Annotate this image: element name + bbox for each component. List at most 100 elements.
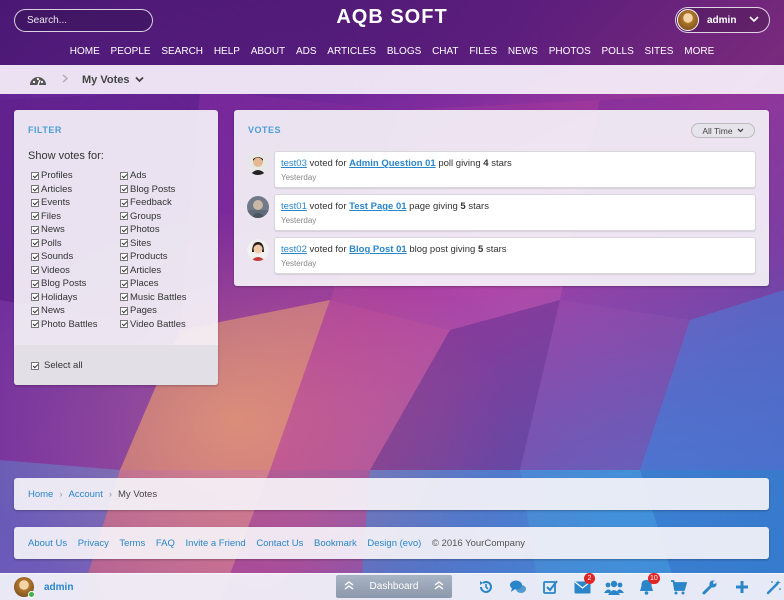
mail-icon[interactable]: 2 (566, 573, 598, 598)
magic-wand-icon[interactable] (758, 576, 784, 598)
breadcrumb-account[interactable]: Account (69, 489, 103, 500)
vote-user-link[interactable]: test02 (281, 244, 307, 255)
filter-option[interactable]: Sounds (31, 250, 120, 264)
checkbox[interactable] (120, 266, 128, 275)
dashboard-button[interactable]: Dashboard (336, 575, 452, 598)
history-icon[interactable] (470, 576, 502, 598)
filter-option[interactable]: Places (120, 277, 209, 291)
filter-option[interactable]: Articles (31, 183, 120, 197)
checkbox[interactable] (120, 320, 128, 329)
notifications-icon[interactable]: 10 (630, 573, 662, 598)
nav-sites[interactable]: SITES (645, 46, 674, 57)
footer-link-terms[interactable]: Terms (119, 538, 145, 549)
toolbar-user[interactable]: admin (14, 577, 73, 598)
footer-link-privacy[interactable]: Privacy (78, 538, 109, 549)
filter-option[interactable]: Photo Battles (31, 318, 120, 332)
avatar[interactable] (247, 196, 269, 218)
filter-option[interactable]: News (31, 304, 120, 318)
nav-home[interactable]: HOME (70, 46, 100, 57)
select-all-option[interactable]: Select all (31, 360, 83, 371)
checkbox[interactable] (31, 266, 39, 275)
checkbox[interactable] (120, 239, 128, 248)
checkbox[interactable] (31, 171, 39, 180)
footer-link-design[interactable]: Design (evo) (367, 538, 421, 549)
page-menu-dropdown[interactable]: My Votes (82, 74, 144, 86)
nav-ads[interactable]: ADS (296, 46, 317, 57)
checkbox[interactable] (31, 212, 39, 221)
user-menu-button[interactable]: admin (675, 7, 770, 33)
vote-object-link[interactable]: Blog Post 01 (349, 244, 407, 255)
nav-photos[interactable]: PHOTOS (549, 46, 591, 57)
breadcrumb-home[interactable]: Home (28, 489, 53, 500)
checkbox[interactable] (120, 198, 128, 207)
filter-option[interactable]: Blog Posts (31, 277, 120, 291)
select-all-checkbox[interactable] (31, 361, 39, 370)
filter-option[interactable]: Blog Posts (120, 183, 209, 197)
footer-link-bookmark[interactable]: Bookmark (314, 538, 357, 549)
filter-option[interactable]: Feedback (120, 196, 209, 210)
checkbox[interactable] (120, 185, 128, 194)
checkbox[interactable] (31, 225, 39, 234)
avatar[interactable] (247, 239, 269, 261)
chat-icon[interactable] (502, 576, 534, 598)
checkbox[interactable] (31, 185, 39, 194)
checkbox[interactable] (31, 198, 39, 207)
checkbox[interactable] (31, 306, 39, 315)
filter-option[interactable]: Ads (120, 169, 209, 183)
vote-object-link[interactable]: Admin Question 01 (349, 158, 436, 169)
checkbox[interactable] (120, 212, 128, 221)
filter-option[interactable]: Polls (31, 237, 120, 251)
checkbox[interactable] (31, 239, 39, 248)
footer-link-about[interactable]: About Us (28, 538, 67, 549)
tools-icon[interactable] (694, 576, 726, 598)
footer-link-faq[interactable]: FAQ (156, 538, 175, 549)
filter-option[interactable]: Holidays (31, 291, 120, 305)
add-icon[interactable] (726, 576, 758, 598)
avatar[interactable] (247, 153, 269, 175)
filter-option[interactable]: Products (120, 250, 209, 264)
checkbox[interactable] (120, 293, 128, 302)
nav-more[interactable]: MORE (684, 46, 714, 57)
nav-people[interactable]: PEOPLE (111, 46, 151, 57)
footer-link-invite[interactable]: Invite a Friend (186, 538, 246, 549)
nav-about[interactable]: ABOUT (251, 46, 285, 57)
nav-help[interactable]: HELP (214, 46, 240, 57)
filter-option[interactable]: Files (31, 210, 120, 224)
checkbox[interactable] (31, 252, 39, 261)
period-dropdown[interactable]: All Time (691, 123, 755, 138)
checkbox[interactable] (120, 279, 128, 288)
filter-option[interactable]: Video Battles (120, 318, 209, 332)
nav-polls[interactable]: POLLS (602, 46, 634, 57)
checkbox[interactable] (31, 293, 39, 302)
footer-link-contact[interactable]: Contact Us (256, 538, 303, 549)
vote-user-link[interactable]: test01 (281, 201, 307, 212)
filter-option[interactable]: Articles (120, 264, 209, 278)
search-input[interactable] (27, 10, 137, 30)
checkbox[interactable] (120, 306, 128, 315)
dashboard-icon[interactable] (29, 73, 47, 86)
vote-object-link[interactable]: Test Page 01 (349, 201, 406, 212)
checkbox[interactable] (120, 225, 128, 234)
search-box[interactable] (14, 9, 153, 32)
vote-user-link[interactable]: test03 (281, 158, 307, 169)
filter-option[interactable]: Videos (31, 264, 120, 278)
filter-option[interactable]: Profiles (31, 169, 120, 183)
cart-icon[interactable] (662, 576, 694, 598)
checkbox[interactable] (120, 171, 128, 180)
nav-search[interactable]: SEARCH (161, 46, 203, 57)
checkbox[interactable] (31, 279, 39, 288)
nav-blogs[interactable]: BLOGS (387, 46, 421, 57)
tasks-icon[interactable] (534, 576, 566, 598)
filter-option[interactable]: Sites (120, 237, 209, 251)
filter-option[interactable]: Pages (120, 304, 209, 318)
nav-chat[interactable]: CHAT (432, 46, 458, 57)
checkbox[interactable] (120, 252, 128, 261)
nav-articles[interactable]: ARTICLES (327, 46, 376, 57)
filter-option[interactable]: Music Battles (120, 291, 209, 305)
filter-option[interactable]: Groups (120, 210, 209, 224)
friends-icon[interactable] (598, 576, 630, 598)
filter-option[interactable]: Events (31, 196, 120, 210)
nav-news[interactable]: NEWS (508, 46, 538, 57)
nav-files[interactable]: FILES (469, 46, 497, 57)
checkbox[interactable] (31, 320, 39, 329)
